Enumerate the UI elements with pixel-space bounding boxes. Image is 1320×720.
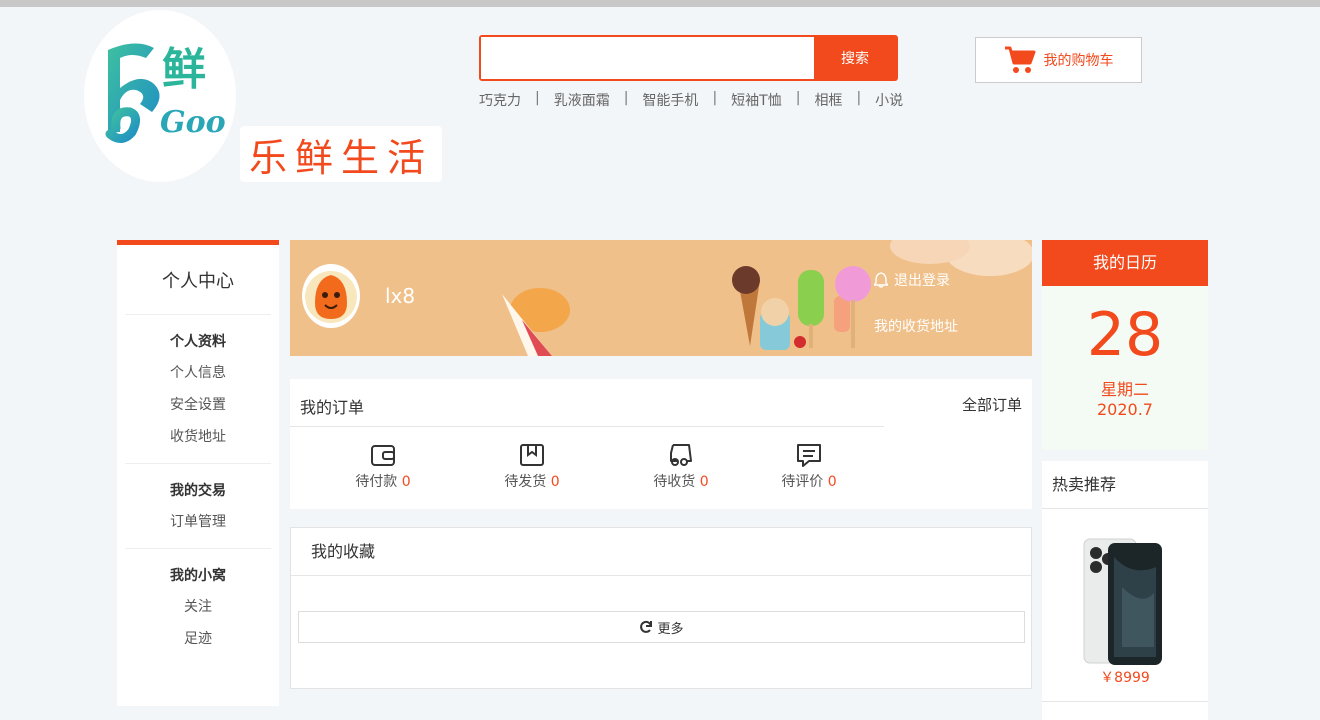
separator: | [856,90,862,106]
site-logo[interactable]: 鲜 Goo [84,10,236,182]
hot-word-link[interactable]: 智能手机 [642,90,698,110]
search-input[interactable] [481,37,814,79]
avatar[interactable] [302,264,360,328]
logo-icon: 鲜 Goo [105,43,226,143]
separator: | [623,90,629,106]
hot-word-link[interactable]: 短袖T恤 [731,90,782,110]
sidebar-title: 个人中心 [125,245,271,315]
shipping-address-link[interactable]: 我的收货地址 [874,316,958,336]
order-status-label: 待评价 [781,474,824,490]
sidebar-item-address[interactable]: 收货地址 [125,421,271,453]
sidebar-item-personal-info[interactable]: 个人信息 [125,357,271,389]
sidebar-group-profile: 个人资料 个人信息 安全设置 收货地址 [125,315,271,464]
my-favorites-panel: 我的收藏 更多 [290,527,1032,689]
calendar-weekday: 星期二 [1100,380,1149,399]
brand-banner: 乐鲜生活 [240,126,442,182]
more-label: 更多 [657,621,684,637]
hot-word-link[interactable]: 乳液面霜 [554,90,610,110]
orders-header: 我的订单 [290,379,884,427]
order-status-count: 0 [401,474,411,490]
comment-icon [797,444,821,467]
calendar-year-month: 2020.7 [1097,400,1153,419]
order-status-label: 待发货 [504,474,547,490]
refresh-icon [640,620,653,633]
divider [1042,701,1208,702]
order-status-label: 待付款 [355,474,398,490]
truck-icon [670,444,692,466]
sidebar-item-security[interactable]: 安全设置 [125,389,271,421]
hot-word-link[interactable]: 相框 [814,90,842,110]
sidebar-group-trade: 我的交易 订单管理 [125,464,271,549]
my-orders-panel: 我的订单 全部订单 待付款 0 待发货 0 待收货 0 待评价 0 [290,379,1032,509]
hot-search-words: 巧克力 | 乳液面霜 | 智能手机 | 短袖T恤 | 相框 | 小说 [479,90,903,110]
avatar-character-icon [305,271,357,323]
hot-word-link[interactable]: 小说 [875,90,903,110]
search-bar: 搜索 [479,35,898,81]
order-status-pending-review[interactable]: 待评价 0 [754,439,864,491]
cart-label: 我的购物车 [1043,53,1114,69]
package-icon [520,444,544,466]
sidebar-item-orders[interactable]: 订单管理 [125,506,271,538]
calendar-day: 28 [1086,300,1164,370]
profile-banner: lx8 退出登录 我的收货地址 [290,240,1032,356]
separator: | [535,90,540,106]
cart-icon [1004,46,1035,73]
order-status-pending-payment[interactable]: 待付款 0 [328,439,438,491]
calendar-panel: 我的日历 28 星期二 2020.7 [1042,240,1208,450]
cart-button[interactable]: 我的购物车 [975,37,1142,83]
sidebar-group-nest: 我的小窝 关注 足迹 [125,549,271,665]
product-price: ￥8999 [1100,670,1150,686]
order-status-label: 待收货 [653,474,696,490]
svg-text:鲜: 鲜 [162,44,206,95]
search-button[interactable]: 搜索 [814,37,896,79]
logout-label: 退出登录 [894,273,950,289]
order-status-count: 0 [699,474,709,490]
order-status-count: 0 [550,474,560,490]
favorites-title: 我的收藏 [291,528,1031,576]
bell-icon [874,272,888,288]
sidebar-group-head: 个人资料 [170,334,226,350]
calendar-title: 我的日历 [1042,240,1208,286]
hot-recommend-title: 热卖推荐 [1042,461,1208,509]
separator: | [795,90,801,106]
orders-title: 我的订单 [300,398,365,417]
sidebar-item-follow[interactable]: 关注 [125,591,271,623]
svg-text:Goo: Goo [160,105,226,140]
more-button[interactable]: 更多 [298,611,1025,643]
wallet-icon [371,445,395,466]
username: lx8 [385,284,416,308]
sidebar: 个人中心 个人资料 个人信息 安全设置 收货地址 我的交易 订单管理 我的小窝 … [117,240,279,706]
order-status-pending-shipment[interactable]: 待发货 0 [477,439,587,491]
separator: | [712,90,718,106]
top-bar [0,0,1320,7]
all-orders-link[interactable]: 全部订单 [962,394,1022,415]
hot-word-link[interactable]: 巧克力 [479,90,521,110]
order-status-count: 0 [827,474,837,490]
sidebar-item-history[interactable]: 足迹 [125,623,271,655]
sidebar-group-head: 我的小窝 [170,568,226,584]
product-phone-image[interactable] [1082,537,1166,667]
order-status-pending-receipt[interactable]: 待收货 0 [626,439,736,491]
brand-name: 乐鲜生活 [248,135,433,180]
sidebar-group-head: 我的交易 [170,483,226,499]
logout-link[interactable]: 退出登录 [874,270,950,290]
hot-recommend-panel: 热卖推荐 ￥8999 [1042,461,1208,720]
